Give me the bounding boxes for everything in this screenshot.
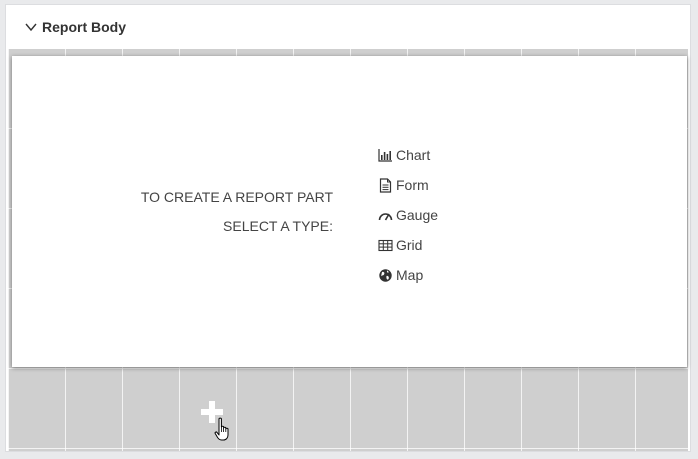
report-body-header[interactable]: Report Body (6, 5, 690, 49)
report-part-placeholder: TO CREATE A REPORT PART SELECT A TYPE: C… (12, 56, 687, 367)
create-part-prompt: TO CREATE A REPORT PART SELECT A TYPE: (141, 183, 333, 241)
prompt-line-1: TO CREATE A REPORT PART (140, 189, 333, 205)
type-option-gauge[interactable]: Gauge (378, 200, 438, 230)
type-option-grid[interactable]: Grid (378, 230, 438, 260)
section-title: Report Body (42, 19, 126, 35)
type-label-grid: Grid (396, 237, 423, 253)
type-label-chart: Chart (396, 147, 431, 163)
chevron-down-icon[interactable] (24, 20, 38, 34)
gauge-icon (378, 208, 396, 223)
type-option-map[interactable]: Map (378, 260, 438, 290)
type-option-form[interactable]: Form (378, 170, 438, 200)
type-label-gauge: Gauge (396, 207, 439, 223)
type-label-form: Form (396, 177, 429, 193)
table-grid-icon (378, 238, 396, 253)
document-icon (378, 177, 396, 193)
globe-icon (378, 268, 396, 283)
type-label-map: Map (396, 267, 424, 283)
bar-chart-icon (378, 148, 396, 163)
report-body-panel: Report Body TO CREATE A REPORT PART SELE… (5, 4, 691, 452)
part-type-list: Chart Form Gauge Grid Map (378, 140, 438, 290)
prompt-line-2: SELECT A TYPE: (223, 218, 333, 234)
hand-pointer-cursor-icon (214, 417, 232, 441)
type-option-chart[interactable]: Chart (378, 140, 438, 170)
layout-grid[interactable]: TO CREATE A REPORT PART SELECT A TYPE: C… (8, 49, 688, 451)
